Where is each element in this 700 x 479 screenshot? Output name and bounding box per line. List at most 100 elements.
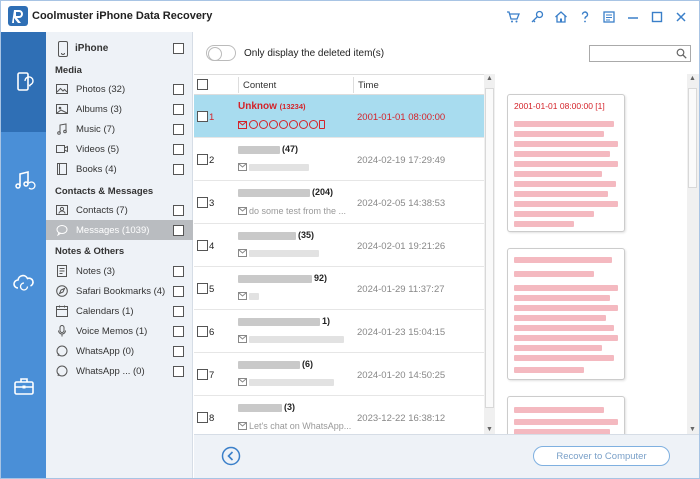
table-row[interactable]: 4 (35) 2024-02-01 19:21:26 [194, 224, 484, 267]
sidebar-item-label: Notes (3) [76, 265, 116, 277]
sidebar-item-whatsapp[interactable]: WhatsApp (0) [46, 341, 193, 361]
whatsapp-attachments-checkbox[interactable] [173, 365, 184, 377]
maximize-icon[interactable] [645, 7, 669, 27]
help-icon[interactable] [573, 7, 597, 27]
column-time[interactable]: Time [358, 80, 379, 91]
sidebar-item-label: Calendars (1) [76, 305, 134, 317]
table-row[interactable]: 7 (6) 2024-01-20 14:50:25 [194, 353, 484, 396]
sidebar-item-messages[interactable]: Messages (1039) [46, 220, 193, 240]
sidebar-item-label: Messages (1039) [76, 224, 150, 236]
cart-icon[interactable] [501, 7, 525, 27]
row-checkbox[interactable] [197, 240, 208, 251]
sidebar-item-photos[interactable]: Photos (32) [46, 79, 193, 99]
scroll-down-icon[interactable]: ▼ [689, 426, 696, 433]
itunes-recovery-tab[interactable] [1, 132, 46, 230]
sidebar-item-whatsapp-attachments[interactable]: WhatsApp ... (0) [46, 361, 193, 381]
albums-checkbox[interactable] [173, 103, 184, 115]
search-icon[interactable] [676, 48, 687, 59]
row-checkbox[interactable] [197, 412, 208, 423]
table-row[interactable]: 5 92) 2024-01-29 11:37:27 [194, 267, 484, 310]
device-recovery-tab[interactable] [1, 32, 46, 132]
row-number: 4 [209, 241, 215, 252]
table-row[interactable]: 3 (204) do some test from the ... 2024-0… [194, 181, 484, 224]
category-sidebar: iPhone Media Photos (32) Albums (3) Musi… [46, 32, 193, 478]
book-icon [56, 163, 68, 175]
minimize-icon[interactable] [621, 7, 645, 27]
notes-checkbox[interactable] [173, 265, 184, 277]
photos-checkbox[interactable] [173, 83, 184, 95]
sidebar-item-albums[interactable]: Albums (3) [46, 99, 193, 119]
sidebar-item-contacts[interactable]: Contacts (7) [46, 200, 193, 220]
table-row[interactable]: 6 1) 2024-01-23 15:04:15 [194, 310, 484, 353]
column-content[interactable]: Content [243, 80, 276, 91]
row-checkbox[interactable] [197, 283, 208, 294]
sidebar-item-videos[interactable]: Videos (5) [46, 139, 193, 159]
envelope-icon [238, 163, 247, 171]
footer-bar: Recover to Computer [194, 434, 699, 478]
sidebar-item-music[interactable]: Music (7) [46, 119, 193, 139]
sidebar-item-label: Books (4) [76, 163, 117, 175]
row-checkbox[interactable] [197, 197, 208, 208]
sidebar-item-label: WhatsApp (0) [76, 345, 135, 357]
device-row[interactable]: iPhone [46, 40, 193, 58]
select-all-checkbox[interactable] [197, 79, 208, 90]
app-window: Coolmuster iPhone Data Recovery iPhone M… [0, 0, 700, 479]
list-scrollbar[interactable]: ▲ ▼ [484, 74, 495, 434]
sidebar-item-books[interactable]: Books (4) [46, 159, 193, 179]
whatsapp-checkbox[interactable] [173, 345, 184, 357]
row-time: 2024-01-23 15:04:15 [357, 327, 446, 338]
note-icon [56, 265, 68, 277]
sidebar-item-safari-bookmarks[interactable]: Safari Bookmarks (4) [46, 281, 193, 301]
sidebar-item-label: Videos (5) [76, 143, 120, 155]
recover-to-computer-button[interactable]: Recover to Computer [533, 446, 670, 466]
scroll-down-icon[interactable]: ▼ [486, 426, 493, 433]
calendars-checkbox[interactable] [173, 305, 184, 317]
sidebar-item-calendars[interactable]: Calendars (1) [46, 301, 193, 321]
scroll-up-icon[interactable]: ▲ [689, 75, 696, 82]
list-scroll-thumb[interactable] [485, 88, 494, 408]
row-time: 2024-02-05 14:38:53 [357, 198, 446, 209]
back-icon[interactable] [221, 446, 241, 466]
sidebar-item-notes[interactable]: Notes (3) [46, 261, 193, 281]
contacts-checkbox[interactable] [173, 204, 184, 216]
toolkit-tab[interactable] [1, 336, 46, 436]
close-icon[interactable] [669, 7, 693, 27]
feedback-icon[interactable] [597, 7, 621, 27]
books-checkbox[interactable] [173, 163, 184, 175]
message-bubble: 2001-01-01 08:00:00 [1] [507, 94, 625, 232]
safari-bookmarks-checkbox[interactable] [173, 285, 184, 297]
key-icon[interactable] [525, 7, 549, 27]
row-checkbox[interactable] [197, 326, 208, 337]
table-row[interactable]: 8 (3) Let's chat on WhatsApp... 2023-12-… [194, 396, 484, 434]
search-input[interactable] [589, 45, 691, 62]
messages-checkbox[interactable] [173, 224, 184, 236]
row-time: 2001-01-01 08:00:00 [357, 112, 446, 123]
row-name: (204) [238, 187, 333, 197]
videos-checkbox[interactable] [173, 143, 184, 155]
row-checkbox[interactable] [197, 369, 208, 380]
row-checkbox[interactable] [197, 154, 208, 165]
detail-scrollbar[interactable]: ▲ ▼ [687, 74, 699, 434]
deleted-only-toggle[interactable] [206, 45, 236, 61]
icloud-recovery-tab[interactable] [1, 230, 46, 336]
message-bubble [507, 248, 625, 380]
row-name: 92) [238, 273, 327, 283]
device-checkbox[interactable] [173, 43, 184, 54]
row-number: 6 [209, 327, 215, 338]
row-preview [238, 335, 346, 343]
music-checkbox[interactable] [173, 123, 184, 135]
table-row[interactable]: 2 (47) 2024-02-19 17:29:49 [194, 138, 484, 181]
sidebar-item-label: Albums (3) [76, 103, 122, 115]
row-checkbox[interactable] [197, 111, 208, 122]
sidebar-item-label: Safari Bookmarks (4) [76, 285, 166, 297]
table-row[interactable]: 1 Unknow (13234) 2001-01-01 08:00:00 [194, 95, 484, 138]
detail-scroll-thumb[interactable] [688, 88, 697, 188]
scroll-up-icon[interactable]: ▲ [486, 75, 493, 82]
sidebar-item-voice-memos[interactable]: Voice Memos (1) [46, 321, 193, 341]
home-icon[interactable] [549, 7, 573, 27]
row-preview [238, 378, 336, 386]
row-preview: Let's chat on WhatsApp... [238, 421, 351, 431]
toolkit-icon [13, 378, 34, 395]
app-title: Coolmuster iPhone Data Recovery [32, 10, 213, 22]
voice-memos-checkbox[interactable] [173, 325, 184, 337]
